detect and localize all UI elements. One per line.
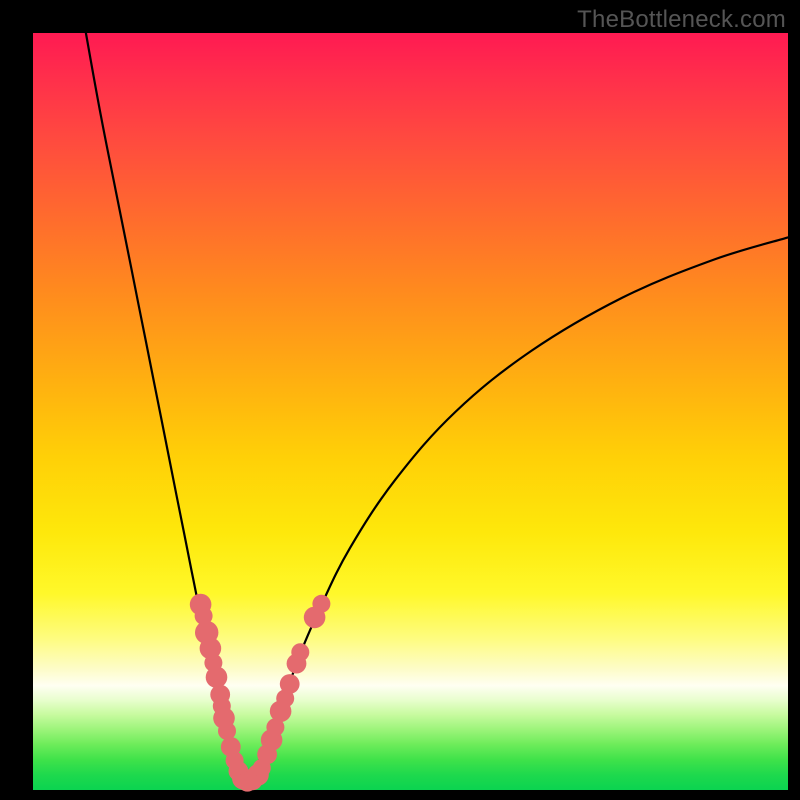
scatter-dot (291, 643, 309, 661)
chart-frame: TheBottleneck.com (0, 0, 800, 800)
watermark-text: TheBottleneck.com (577, 6, 786, 34)
curve-right-branch (244, 237, 788, 782)
scatter-dot (218, 722, 236, 740)
plot-area (33, 33, 788, 790)
scatter-dot (206, 666, 228, 688)
scatter-dot (280, 674, 300, 694)
scatter-dots (190, 594, 331, 792)
chart-svg (33, 33, 788, 790)
scatter-dot (312, 595, 330, 613)
